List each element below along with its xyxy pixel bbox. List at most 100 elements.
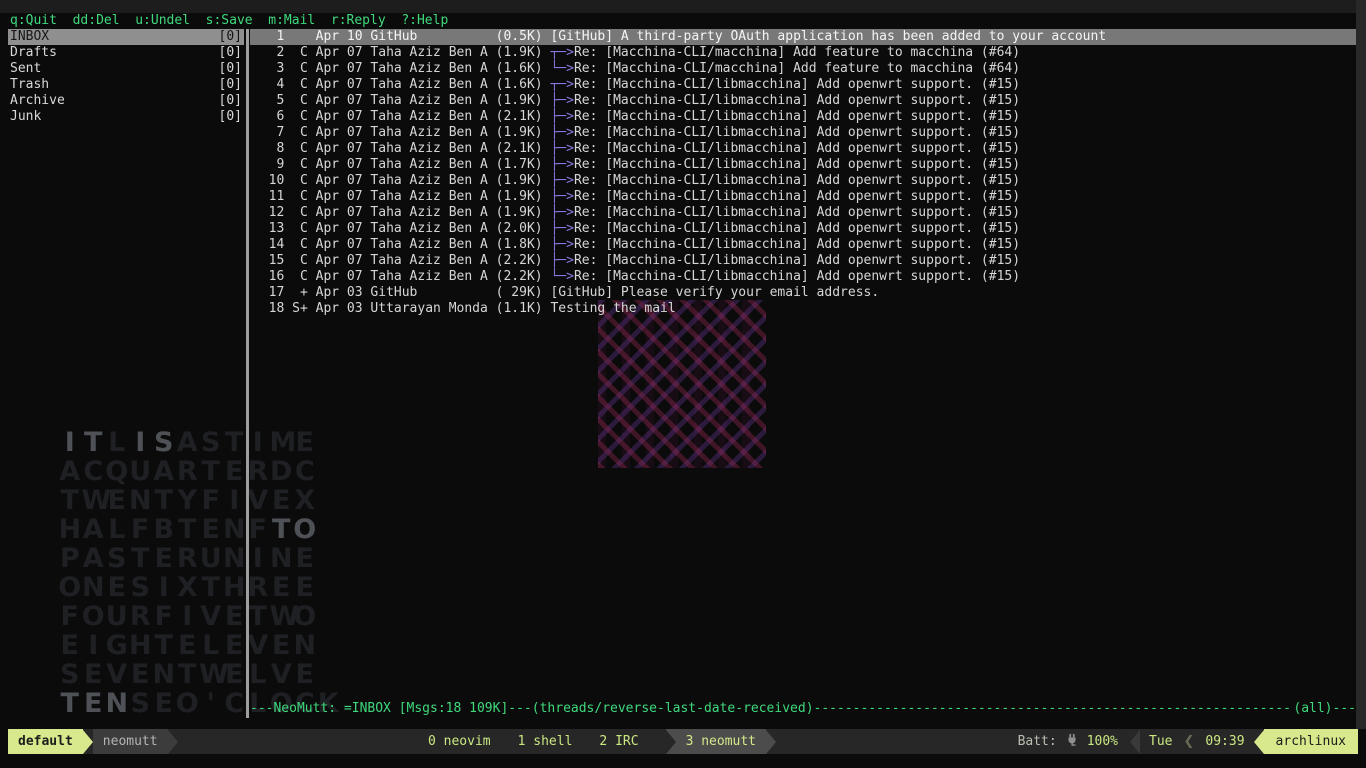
- tmux-window-list: 0 neovim 1 shell 2 IRC 3 neomutt: [428, 729, 776, 754]
- mail-row-author: Taha Aziz Ben A: [370, 157, 487, 172]
- menu-item: ?:Help: [401, 13, 448, 28]
- thread-tree-icon: ├─>: [550, 141, 573, 156]
- mail-row-author: Taha Aziz Ben A: [370, 237, 487, 252]
- mail-row-size: (1.9K): [496, 45, 543, 60]
- mailbox-label: Trash: [10, 77, 49, 93]
- mail-row[interactable]: 12 C Apr 07 Taha Aziz Ben A (1.9K) ├─>Re…: [250, 205, 1356, 221]
- tmux-window-IRC[interactable]: 2 IRC: [599, 729, 638, 754]
- menu-item: u:Undel: [135, 13, 190, 28]
- mail-row-date: Apr 07: [316, 237, 363, 252]
- mail-row-number: 15: [253, 253, 284, 268]
- mail-row-size: (1.1K): [496, 301, 543, 316]
- mailbox-label: Drafts: [10, 45, 57, 61]
- mail-row-flags: C: [292, 61, 308, 76]
- thread-tree-icon: ├─>: [550, 205, 573, 220]
- mail-row[interactable]: 8 C Apr 07 Taha Aziz Ben A (2.1K) ├─>Re:…: [250, 141, 1356, 157]
- mail-row-size: (2.2K): [496, 269, 543, 284]
- thread-tree-icon: ├─>: [550, 237, 573, 252]
- mail-row-size: (1.7K): [496, 157, 543, 172]
- mail-row[interactable]: 3 C Apr 07 Taha Aziz Ben A (1.6K) └─>Re:…: [250, 61, 1356, 77]
- status-fill: ----------------------------------------…: [814, 701, 1294, 717]
- tmux-window-neovim[interactable]: 0 neovim: [428, 729, 491, 754]
- mail-row-size: (1.6K): [496, 61, 543, 76]
- mailbox-count: [0]: [219, 45, 242, 61]
- mailbox-label: Sent: [10, 61, 41, 77]
- mail-row-author: Taha Aziz Ben A: [370, 93, 487, 108]
- mailbox-count: [0]: [219, 77, 242, 93]
- mail-row[interactable]: 6 C Apr 07 Taha Aziz Ben A (2.1K) ├─>Re:…: [250, 109, 1356, 125]
- sidebar-item-drafts[interactable]: Drafts [0]: [8, 45, 244, 61]
- thread-tree-icon: ├─>: [550, 93, 573, 108]
- mail-row-flags: C: [292, 253, 308, 268]
- mail-row-author: Taha Aziz Ben A: [370, 125, 487, 140]
- mail-row[interactable]: 14 C Apr 07 Taha Aziz Ben A (1.8K) ├─>Re…: [250, 237, 1356, 253]
- powerline-separator: [666, 730, 676, 754]
- sidebar-item-archive[interactable]: Archive[0]: [8, 93, 244, 109]
- neomutt-help-bar: q:Quitdd:Delu:Undels:Savem:Mailr:Reply?:…: [10, 13, 464, 29]
- mail-row[interactable]: 7 C Apr 07 Taha Aziz Ben A (1.9K) ├─>Re:…: [250, 125, 1356, 141]
- mail-row[interactable]: 18 S+ Apr 03 Uttarayan Monda (1.1K) Test…: [250, 301, 1356, 317]
- mail-row-number: 2: [253, 45, 284, 60]
- thread-tree-icon: └─>: [550, 61, 573, 76]
- powerline-separator: [168, 730, 178, 754]
- mailbox-label: Archive: [10, 93, 65, 109]
- mail-row[interactable]: 15 C Apr 07 Taha Aziz Ben A (2.2K) ├─>Re…: [250, 253, 1356, 269]
- tmux-window-shell[interactable]: 1 shell: [518, 729, 573, 754]
- screen-right-strip: [1356, 0, 1366, 729]
- mail-row-number: 8: [253, 141, 284, 156]
- mail-row[interactable]: 2 C Apr 07 Taha Aziz Ben A (1.9K) ┬─>Re:…: [250, 45, 1356, 61]
- mail-row[interactable]: 10 C Apr 07 Taha Aziz Ben A (1.9K) ├─>Re…: [250, 173, 1356, 189]
- thread-tree-icon: ┬─>: [550, 77, 573, 92]
- mail-row-size: (1.9K): [496, 189, 543, 204]
- mail-row-subject: Re: [Macchina-CLI/libmacchina] Add openw…: [574, 253, 1020, 268]
- mail-row-subject: Re: [Macchina-CLI/libmacchina] Add openw…: [574, 189, 1020, 204]
- mail-row-author: Taha Aziz Ben A: [370, 45, 487, 60]
- tmux-session-name[interactable]: default: [8, 729, 83, 754]
- mailbox-label: INBOX: [10, 29, 49, 45]
- sidebar-item-inbox[interactable]: INBOX[0]: [8, 29, 244, 45]
- tmux-window-label: 3 neomutt: [676, 729, 766, 754]
- tmux-window-neomutt[interactable]: 3 neomutt: [666, 729, 766, 754]
- status-right: (all)---: [1293, 701, 1356, 717]
- neomutt-status-line: ---NeoMutt: =INBOX [Msgs:18 109K]---(thr…: [250, 701, 1356, 717]
- mail-row-subject: Testing the mail: [550, 301, 675, 316]
- neomutt-terminal: q:Quitdd:Delu:Undels:Savem:Mailr:Reply?:…: [0, 13, 1356, 729]
- mail-row[interactable]: 13 C Apr 07 Taha Aziz Ben A (2.0K) ├─>Re…: [250, 221, 1356, 237]
- sidebar-item-sent[interactable]: Sent [0]: [8, 61, 244, 77]
- mail-row-subject: Re: [Macchina-CLI/macchina] Add feature …: [574, 61, 1020, 76]
- status-left: ---NeoMutt: =INBOX [Msgs:18 109K]---(thr…: [250, 701, 814, 717]
- mail-row[interactable]: 5 C Apr 07 Taha Aziz Ben A (1.9K) ├─>Re:…: [250, 93, 1356, 109]
- mail-row-size: (1.9K): [496, 93, 543, 108]
- mail-row-subject: Re: [Macchina-CLI/libmacchina] Add openw…: [574, 93, 1020, 108]
- mail-row-number: 12: [253, 205, 284, 220]
- mailbox-count: [0]: [219, 61, 242, 77]
- thread-tree-icon: ├─>: [550, 253, 573, 268]
- mail-row[interactable]: 9 C Apr 07 Taha Aziz Ben A (1.7K) ├─>Re:…: [250, 157, 1356, 173]
- mail-row[interactable]: 16 C Apr 07 Taha Aziz Ben A (2.2K) └─>Re…: [250, 269, 1356, 285]
- mail-row[interactable]: 1 Apr 10 GitHub (0.5K) [GitHub] A third-…: [250, 29, 1356, 45]
- plug-icon: [1065, 733, 1079, 751]
- mail-row-number: 17: [253, 285, 284, 300]
- mail-row-author: Taha Aziz Ben A: [370, 141, 487, 156]
- mail-row-author: Taha Aziz Ben A: [370, 77, 487, 92]
- tmux-right-status: Batt: 100% Tue ❮ 09:39 archlinux: [1018, 729, 1358, 754]
- mail-row-date: Apr 07: [316, 77, 363, 92]
- mail-row[interactable]: 4 C Apr 07 Taha Aziz Ben A (1.6K) ┬─>Re:…: [250, 77, 1356, 93]
- sidebar-item-junk[interactable]: Junk[0]: [8, 109, 244, 125]
- mail-row-date: Apr 07: [316, 109, 363, 124]
- menu-item: r:Reply: [331, 13, 386, 28]
- mail-row-flags: C: [292, 45, 308, 60]
- powerline-separator: [1254, 730, 1264, 754]
- mail-row-date: Apr 03: [316, 301, 363, 316]
- mail-row-size: (2.0K): [496, 221, 543, 236]
- screen-top-strip: [0, 0, 1366, 13]
- thread-tree-icon: ├─>: [550, 157, 573, 172]
- mail-row[interactable]: 17 + Apr 03 GitHub ( 29K) [GitHub] Pleas…: [250, 285, 1356, 301]
- sidebar-item-trash[interactable]: Trash [0]: [8, 77, 244, 93]
- mail-row-number: 5: [253, 93, 284, 108]
- mail-row-date: Apr 07: [316, 189, 363, 204]
- mail-row-subject: Re: [Macchina-CLI/libmacchina] Add openw…: [574, 205, 1020, 220]
- mailbox-label: Junk: [10, 109, 41, 125]
- mail-row-size: (1.6K): [496, 77, 543, 92]
- mail-row[interactable]: 11 C Apr 07 Taha Aziz Ben A (1.9K) ├─>Re…: [250, 189, 1356, 205]
